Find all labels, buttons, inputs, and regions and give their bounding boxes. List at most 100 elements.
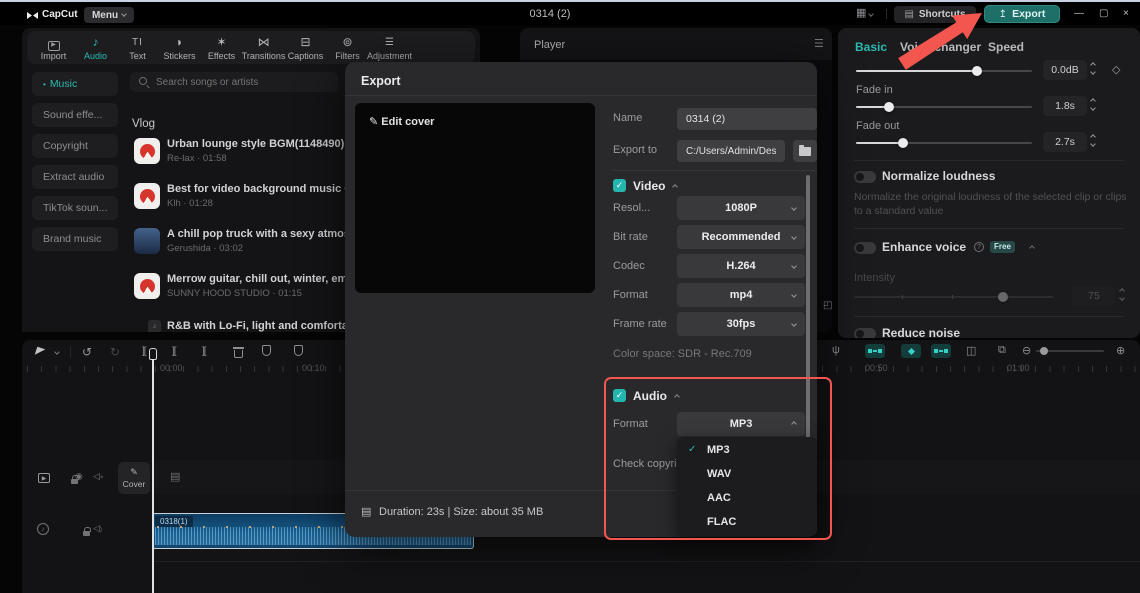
sidebar-item-extract-audio[interactable]: Extract audio [32,165,118,189]
minimize-button[interactable]: — [1074,8,1084,19]
undo-icon[interactable]: ↺ [82,345,92,359]
split-view-icon[interactable]: ◫ [966,344,976,357]
fade-out-value[interactable]: 2.7s [1043,132,1087,152]
slider-knob[interactable] [898,138,908,148]
player-menu-icon[interactable]: ☰ [814,37,824,50]
split-left-icon[interactable]: ][ [142,346,146,357]
tool-import[interactable]: ▶ Import [33,36,74,61]
preview-window-icon[interactable]: ⧉ [998,344,1006,357]
sidebar-item-sound-effects[interactable]: Sound effe... [32,103,118,127]
intensity-stepper[interactable] [1119,288,1125,301]
slider-knob[interactable] [1040,347,1048,355]
zoom-in-icon[interactable]: ⊕ [1116,344,1125,357]
keyframe-diamond-icon[interactable]: ◇ [1112,63,1120,76]
zoom-out-icon[interactable]: ⊖ [1022,344,1031,357]
tool-adjustment[interactable]: ☰ Adjustment [367,36,412,61]
menu-button[interactable]: Menu [84,7,134,23]
search-input[interactable] [154,72,332,92]
help-icon[interactable]: ? [974,242,984,252]
tool-transitions[interactable]: ⋈ Transitions [242,36,286,62]
collapse-icon[interactable] [672,184,678,190]
redo-icon[interactable]: ↻ [110,345,120,359]
name-input[interactable] [677,108,817,130]
intensity-slider[interactable] [854,292,1054,302]
tab-speed[interactable]: Speed [988,40,1024,54]
track-title: Urban lounge style BGM(1148490) [167,138,345,150]
visibility-eye-icon[interactable]: ◉ [75,471,83,482]
tool-captions[interactable]: ⊟ Captions [285,36,326,62]
split-icon[interactable]: ][ [172,346,176,357]
fade-out-slider[interactable] [856,138,1032,148]
normalize-loudness-toggle[interactable] [854,171,876,183]
volume-value[interactable]: 0.0dB [1043,60,1087,80]
audio-format-dropdown[interactable]: MP3 [677,412,805,436]
audio-checkbox[interactable]: ✓ [613,389,626,402]
tool-text[interactable]: TI Text [117,36,158,61]
close-button[interactable]: × [1123,8,1129,19]
speaker-icon[interactable]: ◁) [93,523,102,534]
enhance-voice-toggle[interactable] [854,242,876,254]
sidebar-item-music[interactable]: • Music [32,72,118,96]
search-box[interactable] [130,72,338,92]
dialog-scrollbar[interactable] [806,175,810,465]
tool-audio[interactable]: ♪ Audio [75,36,116,62]
sidebar-item-tiktok-sounds[interactable]: TikTok soun... [32,196,118,220]
collapse-icon[interactable] [674,394,680,400]
video-track-icon: ▶ [38,473,50,483]
menu-option-mp3[interactable]: ✓ MP3 [677,438,817,462]
mirror-shield-icon[interactable] [262,345,271,356]
shortcuts-button[interactable]: ▤ Shortcuts [894,6,976,23]
menu-option-aac[interactable]: AAC [677,486,817,510]
export-button[interactable]: ↥ Export [984,5,1060,23]
video-checkbox[interactable]: ✓ [613,179,626,192]
maximize-button[interactable]: ▢ [1099,8,1108,19]
resolution-dropdown[interactable]: 1080P [677,196,805,220]
layout-switch-button[interactable]: ▦ [856,8,875,19]
timeline-zoom-slider[interactable] [1036,347,1104,355]
cover-button[interactable]: ✎ Cover [118,462,150,494]
tab-voice-changer[interactable]: Voice changer [900,40,981,54]
beat-marks-icon[interactable] [901,344,921,358]
tab-basic[interactable]: Basic [855,40,887,54]
track-link-icon[interactable] [931,344,951,358]
framerate-dropdown[interactable]: 30fps [677,312,805,336]
cover-preview[interactable]: ✎ Edit cover [355,103,595,293]
delete-icon[interactable] [232,347,244,358]
mute-speaker-icon[interactable]: ◁× [93,471,103,482]
select-cursor-icon[interactable]: ◤ [34,344,46,359]
playhead-line[interactable] [152,359,154,593]
slider-knob[interactable] [884,102,894,112]
slider-knob[interactable] [998,292,1008,302]
bitrate-dropdown[interactable]: Recommended [677,225,805,249]
tool-filters[interactable]: ⊚ Filters [327,36,368,62]
codec-dropdown[interactable]: H.264 [677,254,805,278]
menu-option-wav[interactable]: WAV [677,462,817,486]
export-path-input[interactable] [677,140,785,162]
fade-in-value[interactable]: 1.8s [1043,96,1087,116]
volume-stepper[interactable] [1090,62,1096,75]
edit-cover-button[interactable]: ✎ Edit cover [369,115,434,128]
magnetic-snap-icon[interactable] [865,344,885,358]
fade-in-stepper[interactable] [1090,98,1096,111]
format-dropdown[interactable]: mp4 [677,283,805,307]
menu-option-flac[interactable]: FLAC [677,510,817,534]
split-right-icon[interactable]: ][ [202,346,206,357]
chevron-down-icon [868,11,875,17]
tool-stickers[interactable]: ◗ Stickers [159,36,200,62]
record-voiceover-mic-icon[interactable]: ψ [832,344,840,356]
browse-folder-button[interactable] [793,140,817,162]
collapse-icon[interactable] [1029,245,1035,251]
shield-icon[interactable] [294,345,303,356]
cursor-mode-chevron-icon[interactable] [54,349,60,355]
reduce-noise-toggle[interactable] [854,328,876,338]
slider-knob[interactable] [972,66,982,76]
fullscreen-icon[interactable]: ◰ [823,300,832,311]
lock-icon[interactable] [82,527,91,536]
volume-slider[interactable] [856,66,1032,76]
sidebar-item-copyright[interactable]: Copyright [32,134,118,158]
tool-effects[interactable]: ✶ Effects [201,36,242,62]
fade-out-stepper[interactable] [1090,134,1096,147]
intensity-value[interactable]: 75 [1072,286,1116,306]
sidebar-item-brand-music[interactable]: Brand music [32,227,118,251]
fade-in-slider[interactable] [856,102,1032,112]
